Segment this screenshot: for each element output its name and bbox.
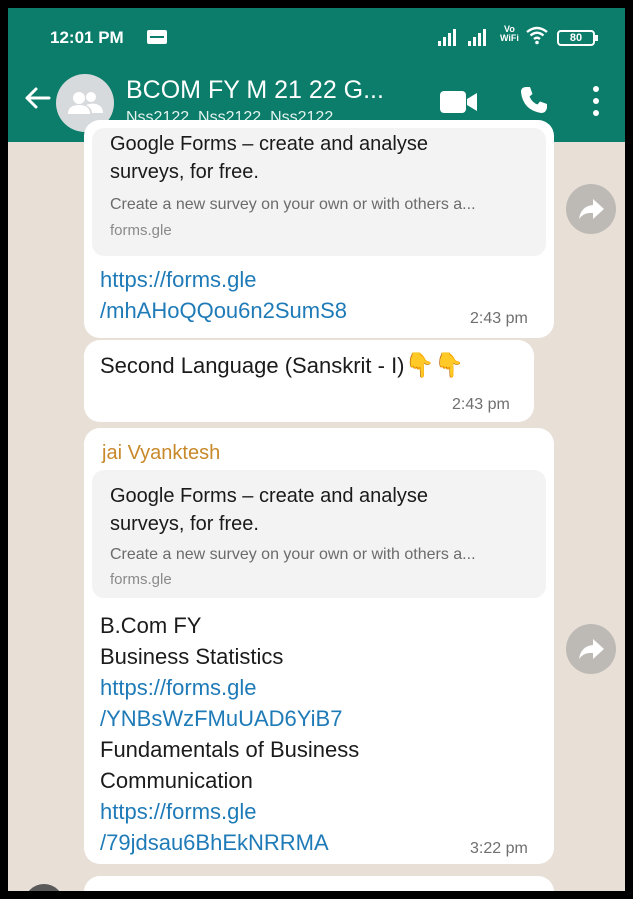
- message-time: 2:43 pm: [452, 396, 510, 413]
- battery-icon: 80: [557, 30, 598, 46]
- message-bubble[interactable]: Second Language (Sanskrit - I)👇👇 2:43 pm: [84, 340, 534, 422]
- phone-screen: 12:01 PM Vo WiFi 80 BCOM FY M 21 22 G...…: [8, 8, 625, 891]
- back-arrow-icon[interactable]: [22, 86, 52, 110]
- message-link[interactable]: https://forms.gle: [100, 264, 257, 295]
- phone-icon[interactable]: [518, 84, 550, 116]
- status-bar: 12:01 PM Vo WiFi 80: [8, 8, 625, 64]
- more-vertical-icon[interactable]: [588, 84, 604, 118]
- message-bubble[interactable]: jai Vyanktesh Google Forms – create and …: [84, 428, 554, 864]
- message-text: Second Language (Sanskrit - I)👇👇: [100, 352, 465, 379]
- preview-title: Google Forms – create and analyse: [110, 485, 428, 507]
- message-link[interactable]: https://forms.gle: [100, 672, 257, 703]
- chat-title[interactable]: BCOM FY M 21 22 G...: [126, 76, 436, 105]
- message-link[interactable]: /mhAHoQQou6n2SumS8: [100, 295, 347, 326]
- forward-icon[interactable]: [566, 624, 616, 674]
- next-message-bubble[interactable]: [84, 876, 554, 891]
- sender-name[interactable]: jai Vyanktesh: [102, 442, 220, 465]
- preview-title: surveys, for free.: [110, 513, 259, 535]
- forward-icon[interactable]: [566, 184, 616, 234]
- video-call-icon[interactable]: [438, 88, 480, 116]
- link-preview[interactable]: Google Forms – create and analyse survey…: [92, 470, 546, 598]
- vowifi-icon: Vo WiFi: [500, 24, 519, 43]
- pointing-down-emoji: 👇👇: [404, 352, 465, 379]
- message-text: Business Statistics: [100, 644, 284, 669]
- preview-title: surveys, for free.: [110, 161, 259, 183]
- message-text: Communication: [100, 768, 253, 793]
- wifi-icon: [526, 26, 548, 45]
- message-text: B.Com FY: [100, 613, 202, 638]
- message-time: 2:43 pm: [470, 310, 528, 327]
- message-link[interactable]: /YNBsWzFMuUAD6YiB7: [100, 703, 342, 734]
- preview-domain: forms.gle: [110, 571, 172, 588]
- preview-description: Create a new survey on your own or with …: [110, 546, 476, 563]
- message-bubble[interactable]: Google Forms – create and analyse survey…: [84, 120, 554, 338]
- sim-card-icon: [147, 30, 167, 44]
- preview-description: Create a new survey on your own or with …: [110, 196, 476, 213]
- message-link[interactable]: /79jdsau6BhEkNRRMA: [100, 827, 329, 858]
- message-time: 3:22 pm: [470, 840, 528, 857]
- preview-title: Google Forms – create and analyse: [110, 133, 428, 155]
- signal-icon: [468, 28, 490, 46]
- message-text: Fundamentals of Business: [100, 737, 360, 762]
- preview-domain: forms.gle: [110, 222, 172, 239]
- link-preview[interactable]: Google Forms – create and analyse survey…: [92, 128, 546, 256]
- status-time: 12:01 PM: [50, 28, 124, 47]
- message-link[interactable]: https://forms.gle: [100, 796, 257, 827]
- signal-icon: [438, 28, 460, 46]
